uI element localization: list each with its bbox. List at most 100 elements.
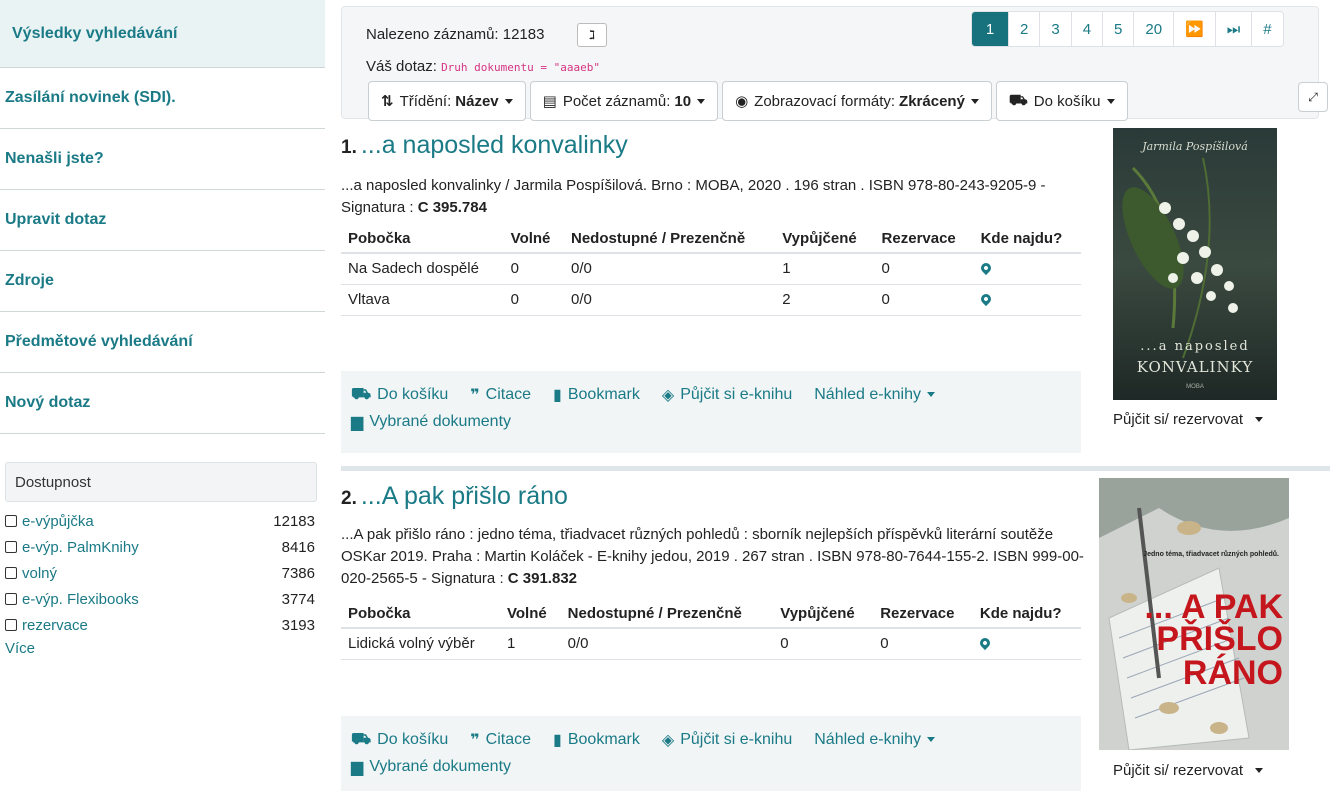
cover-title-3: RÁNO: [1183, 654, 1283, 692]
cell-location: [973, 253, 1081, 285]
record-title-link[interactable]: 1. ...a naposled konvalinky: [341, 131, 628, 160]
caret-down-icon: [926, 392, 935, 397]
facet-label[interactable]: e-výp. Flexibooks: [22, 591, 139, 608]
reserve-dropdown[interactable]: Půjčit si/ rezervovat: [1113, 411, 1264, 428]
fast-forward-icon[interactable]: ⏩: [1173, 12, 1215, 46]
query-display: Váš dotaz: Druh dokumentu = "aaaeb": [366, 58, 600, 75]
results-count: Nalezeno záznamů: 12183: [366, 26, 545, 43]
cover-image: Jedno téma, třiadvacet různých pohledů. …: [1099, 478, 1289, 751]
bookmark-link[interactable]: ▮ Bookmark: [553, 385, 640, 405]
format-dropdown[interactable]: ◉ Zobrazovací formáty: Zkrácený: [722, 81, 992, 121]
holdings-header: Pobočka Volné Nedostupné / Prezenčně Vyp…: [341, 600, 1081, 629]
record-title[interactable]: ...A pak přišlo ráno: [361, 482, 568, 510]
add-to-cart-link[interactable]: ⛟ Do košíku: [351, 730, 448, 750]
borrow-ebook-link[interactable]: ◈ Půjčit si e-knihu: [662, 730, 792, 750]
page-5[interactable]: 5: [1102, 12, 1133, 46]
map-marker-icon[interactable]: [977, 636, 992, 651]
col-free: Volné: [499, 600, 561, 629]
cell-borrowed: 2: [775, 284, 875, 316]
page-1[interactable]: 1: [972, 12, 1008, 46]
cart-dropdown[interactable]: ⛟ Do košíku: [995, 81, 1128, 121]
col-reservation: Rezervace: [873, 600, 973, 629]
query-value: Druh dokumentu = "aaaeb": [441, 61, 601, 74]
facet-label[interactable]: rezervace: [22, 617, 88, 634]
bookmark-link[interactable]: ▮ Bookmark: [553, 730, 640, 750]
facet-row[interactable]: volný 7386: [5, 560, 317, 586]
facet-row[interactable]: rezervace 3193: [5, 612, 317, 638]
pagination: 1 2 3 4 5 20 ⏩ ⏭ #: [971, 11, 1284, 47]
map-marker-icon[interactable]: [978, 291, 993, 307]
facet-label[interactable]: volný: [22, 565, 57, 582]
book-cover[interactable]: Jedno téma, třiadvacet různých pohledů. …: [1099, 478, 1289, 751]
page-20[interactable]: 20: [1133, 12, 1173, 46]
sort-dropdown[interactable]: ⇅ Třídění: Název: [368, 81, 526, 121]
borrow-ebook-link[interactable]: ◈ Půjčit si e-knihu: [662, 385, 792, 405]
rss-button[interactable]: ℷ: [577, 23, 607, 47]
sidebar-item-not-found[interactable]: Nenašli jste?: [0, 129, 325, 190]
cover-publisher: MOBA: [1186, 384, 1204, 390]
checkbox[interactable]: [5, 567, 17, 579]
checkbox[interactable]: [5, 515, 17, 527]
facet-header[interactable]: Dostupnost: [5, 462, 317, 502]
cart-icon: ⛟: [351, 730, 372, 748]
col-location: Kde najdu?: [972, 600, 1081, 629]
col-free: Volné: [503, 225, 564, 254]
sidebar-item-sdi[interactable]: Zasílání novinek (SDI).: [0, 68, 325, 129]
record-actions: ⛟ Do košíku ❞ Citace ▮ Bookmark ◈ Půjčit si …: [341, 716, 1081, 791]
facet-label[interactable]: e-výp. PalmKnihy: [22, 539, 139, 556]
sidebar-item-label: Zasílání novinek (SDI).: [5, 89, 176, 106]
ebook-preview-dropdown[interactable]: Náhled e-knihy: [814, 386, 935, 404]
cover-title: ...a naposled: [1140, 339, 1249, 354]
citation-link[interactable]: ❞ Citace: [470, 730, 531, 750]
record-actions: ⛟ Do košíku ❞ Citace ▮ Bookmark ◈ Půjčit si …: [341, 371, 1081, 453]
reserve-dropdown[interactable]: Půjčit si/ rezervovat: [1113, 762, 1264, 779]
cell-borrowed: 1: [775, 253, 875, 285]
cell-unavailable: 0/0: [560, 628, 774, 660]
citation-link[interactable]: ❞ Citace: [470, 385, 531, 405]
sidebar-item-subject-search[interactable]: Předmětové vyhledávání: [0, 312, 325, 373]
facet-count: 12183: [273, 512, 315, 530]
sidebar-item-label: Nenašli jste?: [5, 150, 104, 167]
page-4[interactable]: 4: [1070, 12, 1102, 46]
facet-row[interactable]: e-výp. Flexibooks 3774: [5, 586, 317, 612]
caret-down-icon: [1106, 98, 1115, 104]
caret-down-icon: [970, 98, 979, 104]
cover-image: Jarmila Pospíšilová ...a naposled KONVAL…: [1113, 128, 1277, 400]
page-3[interactable]: 3: [1039, 12, 1070, 46]
page-jump-button[interactable]: #: [1251, 12, 1282, 46]
ebook-preview-dropdown[interactable]: Náhled e-knihy: [814, 731, 935, 749]
expand-icon[interactable]: ⤢: [1298, 82, 1328, 112]
add-to-cart-link[interactable]: ⛟ Do košíku: [351, 385, 448, 405]
facet-count: 3774: [281, 590, 315, 608]
record-title[interactable]: ...a naposled konvalinky: [361, 131, 628, 159]
checkbox[interactable]: [5, 619, 17, 631]
col-location: Kde najdu?: [973, 225, 1081, 254]
facet-more-link[interactable]: Více: [5, 640, 325, 657]
page-size-dropdown[interactable]: ▤ Počet záznamů: 10: [529, 81, 719, 121]
book-cover[interactable]: Jarmila Pospíšilová ...a naposled KONVAL…: [1113, 128, 1277, 400]
facet-row[interactable]: e-výp. PalmKnihy 8416: [5, 534, 317, 560]
sidebar-item-new-query[interactable]: Nový dotaz: [0, 373, 325, 434]
checkbox[interactable]: [5, 541, 17, 553]
rss-icon: ℷ: [589, 28, 595, 42]
page-2[interactable]: 2: [1008, 12, 1039, 46]
facet-row[interactable]: e-výpůjčka 12183: [5, 508, 317, 534]
sort-value: Název: [455, 92, 499, 110]
sidebar-item-sources[interactable]: Zdroje: [0, 251, 325, 312]
reserve-label: Půjčit si/ rezervovat: [1113, 762, 1244, 779]
selected-documents-link[interactable]: ▆ Vybrané dokumenty: [351, 757, 511, 777]
action-label: Bookmark: [567, 385, 640, 403]
sidebar-item-edit-query[interactable]: Upravit dotaz: [0, 190, 325, 251]
record-number: 1.: [341, 137, 357, 158]
eye-icon: ◉: [735, 93, 749, 110]
ebook-icon: ◈: [661, 386, 675, 404]
sidebar-item-results[interactable]: Výsledky vyhledávání: [0, 0, 325, 68]
checkbox[interactable]: [5, 593, 17, 605]
bookmark-icon: ▮: [553, 386, 562, 404]
facet-label[interactable]: e-výpůjčka: [22, 513, 94, 530]
record-title-link[interactable]: 2. ...A pak přišlo ráno: [341, 482, 568, 511]
map-marker-icon[interactable]: [978, 261, 993, 276]
selected-documents-link[interactable]: ▆ Vybrané dokumenty: [351, 412, 511, 432]
sidebar: Výsledky vyhledávání Zasílání novinek (S…: [0, 0, 325, 791]
last-page-icon[interactable]: ⏭: [1214, 12, 1252, 46]
